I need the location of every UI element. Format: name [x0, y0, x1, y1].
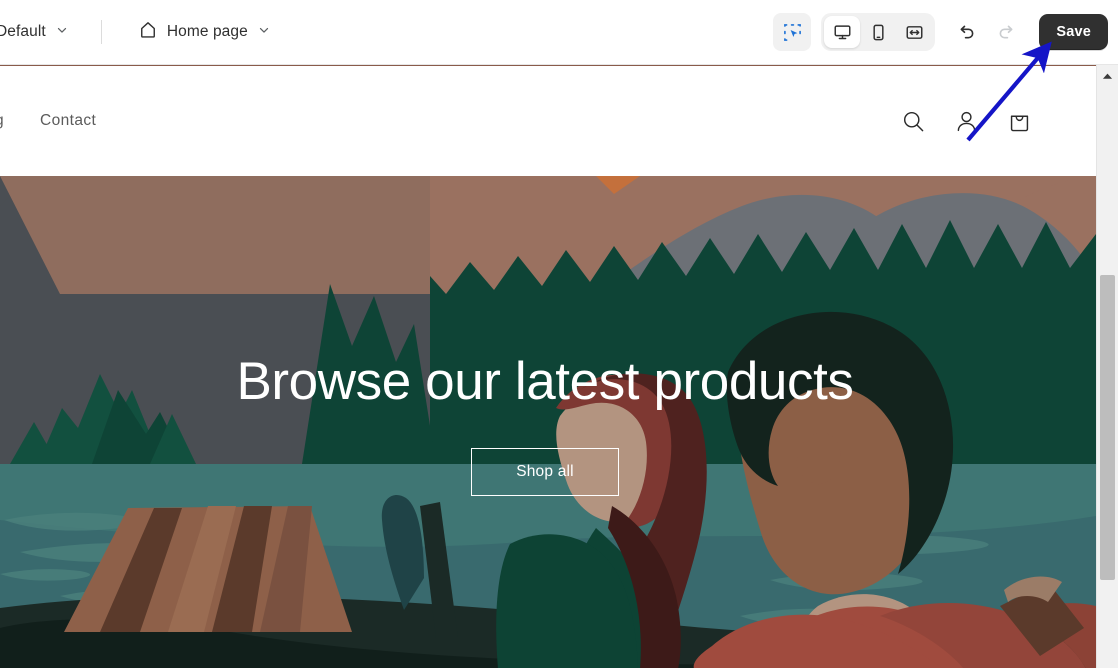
nav-link-contact[interactable]: Contact [40, 112, 96, 130]
theme-selector-label: Default [0, 23, 46, 40]
home-icon [138, 20, 158, 45]
editor-toolbar: Default Home page Save [0, 0, 1118, 65]
save-button[interactable]: Save [1039, 14, 1108, 50]
search-icon[interactable] [899, 107, 928, 136]
device-preview-group [821, 13, 936, 51]
page-selector[interactable]: Home page [130, 14, 279, 51]
store-navigation: og Contact [0, 112, 96, 130]
scrollbar-thumb[interactable] [1100, 275, 1115, 580]
preview-scrollbar[interactable] [1096, 65, 1118, 668]
desktop-icon [834, 24, 851, 39]
redo-button[interactable] [987, 13, 1025, 51]
desktop-view-button[interactable] [824, 16, 861, 48]
shop-all-button[interactable]: Shop all [471, 448, 619, 497]
toolbar-actions: Save [773, 13, 1118, 51]
account-icon[interactable] [952, 107, 981, 136]
store-preview-frame: og Contact [0, 65, 1096, 668]
cart-icon[interactable] [1005, 107, 1034, 136]
store-header-icons [899, 107, 1096, 136]
mobile-icon [873, 24, 884, 40]
store-header: og Contact [0, 66, 1096, 176]
select-cursor-icon [783, 23, 801, 41]
undo-icon [960, 25, 974, 38]
chevron-down-icon [55, 23, 69, 42]
hero-illustration [0, 176, 1096, 668]
chevron-down-icon [257, 23, 271, 42]
theme-selector[interactable]: Default [0, 17, 77, 48]
mobile-view-button[interactable] [860, 16, 896, 48]
toolbar-divider [100, 20, 102, 44]
history-controls [947, 13, 1025, 51]
fullwidth-icon [906, 25, 923, 39]
undo-button[interactable] [947, 13, 985, 51]
redo-icon [999, 25, 1013, 38]
hero-banner-section[interactable]: Browse our latest products Shop all [0, 176, 1096, 668]
nav-link-blog[interactable]: og [0, 112, 4, 130]
page-selector-label: Home page [166, 23, 248, 40]
scroll-up-arrow[interactable] [1097, 65, 1118, 86]
inspect-tool-button[interactable] [773, 13, 812, 51]
fullwidth-view-button[interactable] [896, 16, 932, 48]
